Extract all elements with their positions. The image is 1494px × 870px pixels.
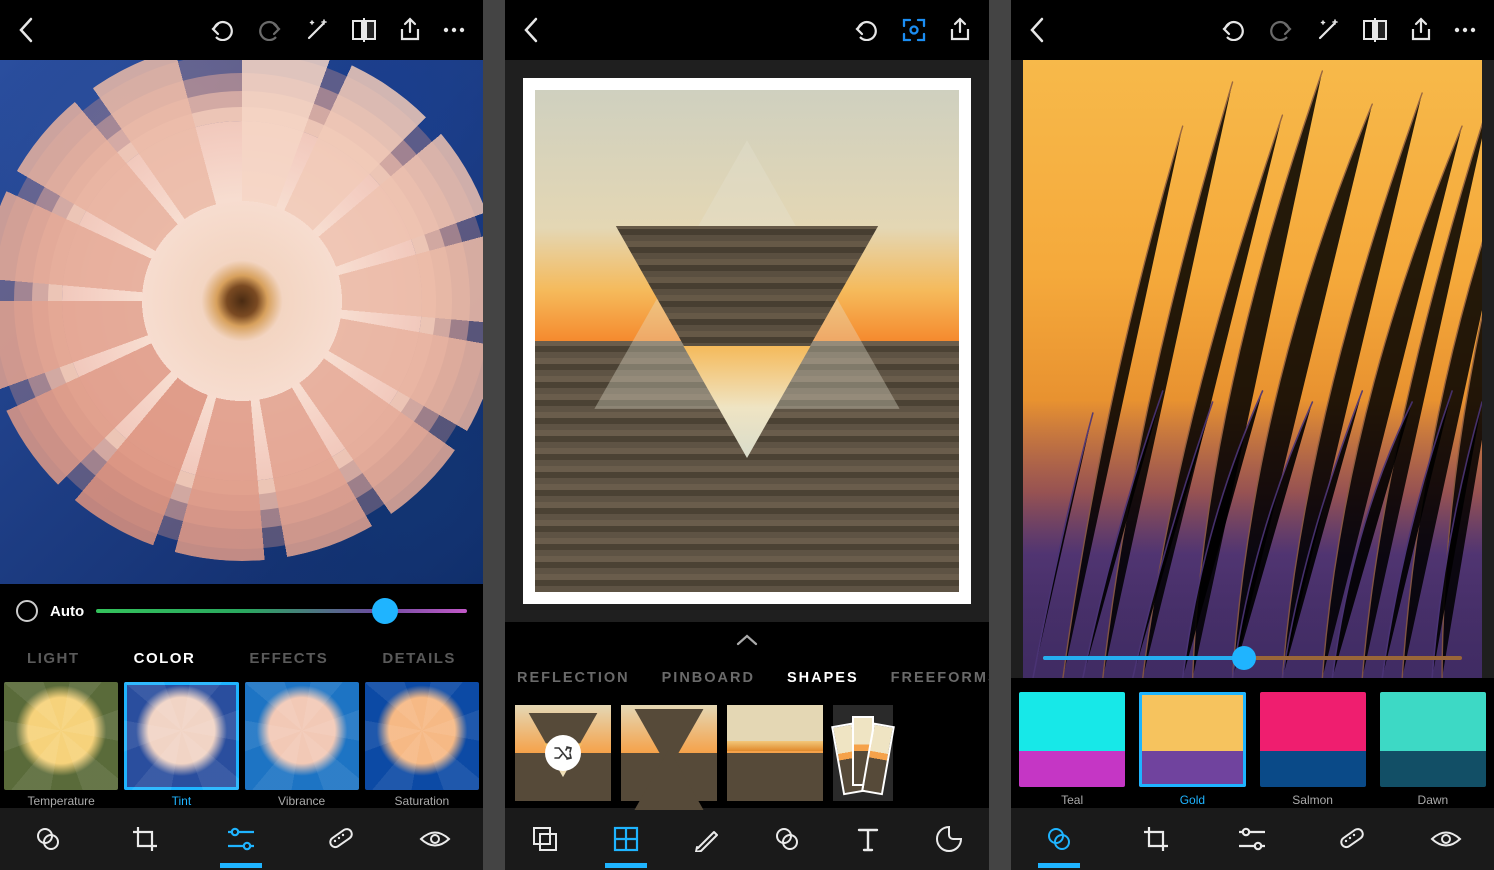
magic-wand-icon[interactable] [305,18,329,42]
image-canvas[interactable] [0,60,483,584]
collage-canvas[interactable] [505,60,989,622]
tool-layout-grid[interactable] [599,812,653,866]
tab-light[interactable]: LIGHT [27,650,80,667]
topbar [0,0,483,60]
collage-image [535,90,959,592]
thumb-vibrance[interactable]: Vibrance [245,682,359,808]
topbar [1011,0,1494,60]
tool-crop[interactable] [1129,812,1183,866]
tab-freeforms[interactable]: FREEFORMS [891,670,989,686]
tool-looks[interactable] [760,812,814,866]
more-icon[interactable] [1454,26,1476,34]
tint-slider[interactable] [96,609,467,613]
preset-triangle-double[interactable] [621,705,717,801]
share-icon[interactable] [1410,17,1432,43]
bottom-toolbar [0,808,483,870]
auto-indicator-icon[interactable] [16,600,38,622]
more-icon[interactable] [443,26,465,34]
tab-color[interactable]: COLOR [134,650,196,667]
share-icon[interactable] [399,17,421,43]
tool-adjust[interactable] [214,812,268,866]
tab-effects[interactable]: EFFECTS [249,650,328,667]
tool-text[interactable] [841,812,895,866]
screen-duotone-filter: Teal Gold Salmon Dawn [1011,0,1494,870]
filter-thumbnails: Teal Gold Salmon Dawn [1011,678,1494,808]
adjust-category-tabs: LIGHT COLOR EFFECTS DETAILS [0,638,483,678]
undo-icon[interactable] [853,19,879,41]
preset-triangle-down[interactable] [515,705,611,801]
tool-layers[interactable] [518,812,572,866]
image-canvas[interactable] [1011,60,1494,678]
back-icon[interactable] [523,17,539,43]
tab-shapes[interactable]: SHAPES [787,670,859,686]
collage-frame [523,78,971,604]
expand-panel-toggle[interactable] [505,622,989,658]
undo-icon[interactable] [209,19,235,41]
redo-icon [1268,19,1294,41]
preset-horizon-stripe[interactable] [727,705,823,801]
thumb-tint[interactable]: Tint [124,682,238,808]
fullscreen-icon[interactable] [901,17,927,43]
slider-knob[interactable] [372,598,398,624]
share-icon[interactable] [949,17,971,43]
tool-crop[interactable] [118,812,172,866]
collage-type-tabs: REFLECTION PINBOARD SHAPES FREEFORMS [505,658,989,698]
tool-draw[interactable] [680,812,734,866]
preset-cards-fan[interactable] [833,705,893,801]
adjustment-slider-row: Auto [0,584,483,638]
shuffle-icon [545,735,581,771]
tool-redeye[interactable] [408,812,462,866]
filter-gold[interactable]: Gold [1139,692,1245,808]
tool-adjust[interactable] [1225,812,1279,866]
back-icon[interactable] [1029,17,1045,43]
topbar [505,0,989,60]
tool-heal[interactable] [1322,812,1376,866]
undo-icon[interactable] [1220,19,1246,41]
screen-color-adjust: Auto LIGHT COLOR EFFECTS DETAILS Tempera… [0,0,483,870]
shape-presets [505,698,989,808]
compare-icon[interactable] [351,18,377,42]
compare-icon[interactable] [1362,18,1388,42]
tool-looks[interactable] [21,812,75,866]
tab-pinboard[interactable]: PINBOARD [662,670,755,686]
filter-dawn[interactable]: Dawn [1380,692,1486,808]
redo-icon [257,19,283,41]
bottom-toolbar [505,808,989,870]
tool-sticker[interactable] [922,812,976,866]
intensity-slider[interactable] [1043,656,1462,660]
tab-details[interactable]: DETAILS [382,650,456,667]
tool-redeye[interactable] [1419,812,1473,866]
adjustment-thumbnails: Temperature Tint Vibrance Saturation [0,678,483,808]
thumb-saturation[interactable]: Saturation [365,682,479,808]
back-icon[interactable] [18,17,34,43]
filter-salmon[interactable]: Salmon [1260,692,1366,808]
auto-label[interactable]: Auto [50,603,84,620]
tool-heal[interactable] [311,812,365,866]
edited-image [1023,60,1482,678]
tool-looks[interactable] [1032,812,1086,866]
screen-collage-shapes: REFLECTION PINBOARD SHAPES FREEFORMS [505,0,989,870]
edited-image [0,60,483,584]
filter-teal[interactable]: Teal [1019,692,1125,808]
slider-knob[interactable] [1232,646,1256,670]
bottom-toolbar [1011,808,1494,870]
thumb-temperature[interactable]: Temperature [4,682,118,808]
tab-reflection[interactable]: REFLECTION [517,670,630,686]
magic-wand-icon[interactable] [1316,18,1340,42]
